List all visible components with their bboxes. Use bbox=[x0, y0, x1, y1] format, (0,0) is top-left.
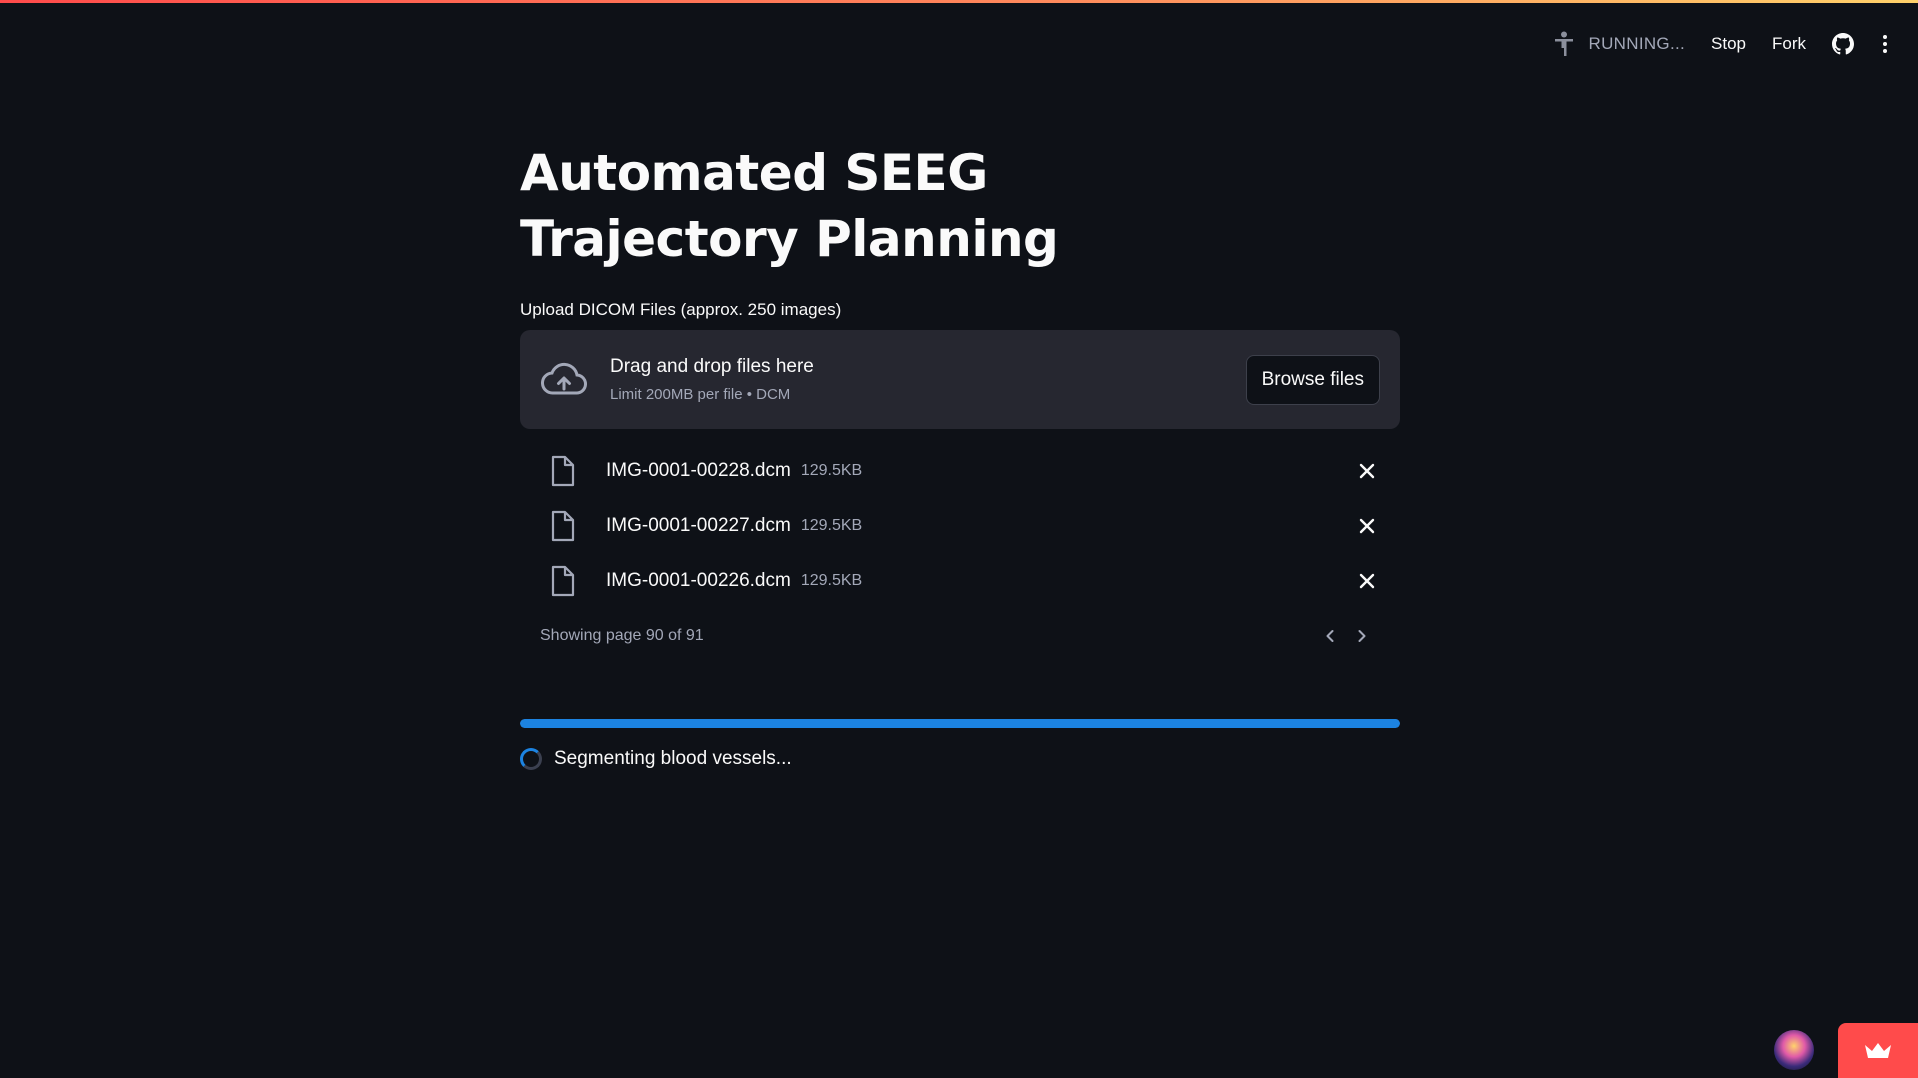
chevron-right-icon[interactable] bbox=[1354, 628, 1370, 644]
loading-spinner-icon bbox=[520, 748, 542, 770]
file-icon bbox=[551, 510, 575, 541]
remove-file-icon[interactable] bbox=[1356, 570, 1378, 592]
stop-button[interactable]: Stop bbox=[1711, 34, 1746, 54]
main-content: Automated SEEG Trajectory Planning Uploa… bbox=[520, 140, 1400, 770]
crown-icon bbox=[1865, 1042, 1891, 1058]
file-size: 129.5KB bbox=[800, 461, 863, 479]
app-header: RUNNING... Stop Fork bbox=[1553, 28, 1890, 60]
remove-file-icon[interactable] bbox=[1356, 460, 1378, 482]
top-decoration-stripe bbox=[0, 0, 1918, 3]
user-avatar[interactable] bbox=[1774, 1030, 1814, 1070]
dropzone-text: Drag and drop files here Limit 200MB per… bbox=[610, 356, 1246, 403]
file-size: 129.5KB bbox=[800, 516, 863, 534]
cloud-upload-icon bbox=[541, 362, 587, 394]
file-name: IMG-0001-00226.dcm bbox=[606, 569, 791, 591]
file-row: IMG-0001-00228.dcm 129.5KB bbox=[520, 443, 1400, 498]
file-name: IMG-0001-00228.dcm bbox=[606, 459, 791, 481]
file-icon bbox=[551, 455, 575, 486]
dropzone-instruction: Drag and drop files here bbox=[610, 356, 814, 377]
github-icon[interactable] bbox=[1832, 33, 1854, 55]
pagination-text: Showing page 90 of 91 bbox=[540, 626, 704, 644]
progress-bar bbox=[520, 719, 1400, 728]
more-vertical-icon[interactable] bbox=[1880, 33, 1890, 55]
running-indicator: RUNNING... bbox=[1553, 31, 1686, 57]
streamlit-badge[interactable] bbox=[1838, 1023, 1918, 1078]
uploader-label: Upload DICOM Files (approx. 250 images) bbox=[520, 300, 842, 319]
dropzone-limit: Limit 200MB per file • DCM bbox=[610, 386, 791, 403]
file-row: IMG-0001-00226.dcm 129.5KB bbox=[520, 553, 1400, 608]
file-dropzone[interactable]: Drag and drop files here Limit 200MB per… bbox=[520, 330, 1400, 429]
running-status-text: RUNNING... bbox=[1588, 34, 1686, 53]
file-name: IMG-0001-00227.dcm bbox=[606, 514, 791, 536]
progress-bar-fill bbox=[520, 719, 1400, 728]
status-text: Segmenting blood vessels... bbox=[554, 748, 792, 769]
chevron-left-icon[interactable] bbox=[1322, 628, 1338, 644]
pagination-buttons bbox=[1322, 628, 1370, 644]
status-indicator: Segmenting blood vessels... bbox=[520, 748, 1400, 770]
running-figure-icon bbox=[1554, 31, 1573, 56]
file-size: 129.5KB bbox=[800, 571, 863, 589]
file-row: IMG-0001-00227.dcm 129.5KB bbox=[520, 498, 1400, 553]
remove-file-icon[interactable] bbox=[1356, 515, 1378, 537]
file-pagination: Showing page 90 of 91 bbox=[520, 608, 1400, 663]
page-title: Automated SEEG Trajectory Planning bbox=[520, 144, 1059, 268]
fork-button[interactable]: Fork bbox=[1772, 34, 1806, 54]
uploaded-file-list: IMG-0001-00228.dcm 129.5KB IMG-0001-0022… bbox=[520, 443, 1400, 608]
file-icon bbox=[551, 565, 575, 596]
browse-files-button[interactable]: Browse files bbox=[1245, 354, 1380, 405]
